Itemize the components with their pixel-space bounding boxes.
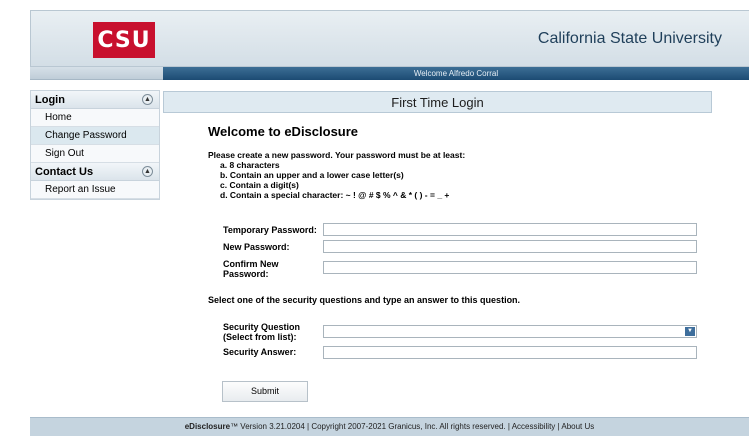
collapse-icon[interactable]: ▲ xyxy=(142,166,153,177)
footer-trademark: ™ xyxy=(230,422,239,431)
security-question-label: Security Question (Select from list): xyxy=(223,322,300,342)
submit-button[interactable]: Submit xyxy=(222,381,308,402)
password-rule: d. Contain a special character: ~ ! @ # … xyxy=(220,190,450,200)
sidebar-item-change-password[interactable]: Change Password xyxy=(31,127,159,145)
temporary-password-label: Temporary Password: xyxy=(223,225,317,235)
header: CSU California State University xyxy=(30,10,749,67)
password-rule: c. Contain a digit(s) xyxy=(220,180,299,190)
collapse-icon[interactable]: ▲ xyxy=(142,94,153,105)
csu-logo: CSU xyxy=(93,22,155,58)
security-question-select[interactable]: ▼ xyxy=(323,325,697,338)
welcome-heading: Welcome to eDisclosure xyxy=(208,124,359,139)
temporary-password-input[interactable] xyxy=(323,223,697,236)
sidebar-section-contact[interactable]: Contact Us ▲ xyxy=(31,163,159,181)
password-rule: a. 8 characters xyxy=(220,160,280,170)
welcome-bar: Welcome Alfredo Corral xyxy=(163,67,749,80)
logo-text: CSU xyxy=(97,27,151,53)
sidebar-top-strip xyxy=(30,67,163,80)
confirm-password-label: Confirm New Password: xyxy=(223,259,279,279)
sidebar-section-label: Login xyxy=(35,93,65,106)
sidebar: Login ▲ Home Change Password Sign Out Co… xyxy=(30,90,160,200)
footer-brand: eDisclosure xyxy=(184,422,231,431)
page-title: First Time Login xyxy=(163,91,712,113)
chevron-down-icon[interactable]: ▼ xyxy=(685,327,695,336)
security-question-label-line: (Select from list): xyxy=(223,332,297,342)
confirm-password-input[interactable] xyxy=(323,261,697,274)
password-intro: Please create a new password. Your passw… xyxy=(208,150,466,160)
footer-text: Version 3.21.0204 | Copyright 2007-2021 … xyxy=(238,422,595,431)
new-password-label: New Password: xyxy=(223,242,290,252)
sidebar-section-label: Contact Us xyxy=(35,165,94,178)
footer: eDisclosure™ Version 3.21.0204 | Copyrig… xyxy=(30,417,749,436)
university-title: California State University xyxy=(537,30,722,47)
sidebar-item-home[interactable]: Home xyxy=(31,109,159,127)
sidebar-section-login[interactable]: Login ▲ xyxy=(31,91,159,109)
sidebar-item-report-issue[interactable]: Report an Issue xyxy=(31,181,159,199)
new-password-input[interactable] xyxy=(323,240,697,253)
confirm-password-label-line: Password: xyxy=(223,269,269,279)
security-answer-label: Security Answer: xyxy=(223,347,297,357)
security-question-label-line: Security Question xyxy=(223,322,301,332)
confirm-password-label-line: Confirm New xyxy=(223,259,279,269)
password-rules: Please create a new password. Your passw… xyxy=(208,150,465,200)
security-answer-input[interactable] xyxy=(323,346,697,359)
password-rule: b. Contain an upper and a lower case let… xyxy=(220,170,404,180)
security-instruction: Select one of the security questions and… xyxy=(208,295,521,305)
sidebar-item-sign-out[interactable]: Sign Out xyxy=(31,145,159,163)
